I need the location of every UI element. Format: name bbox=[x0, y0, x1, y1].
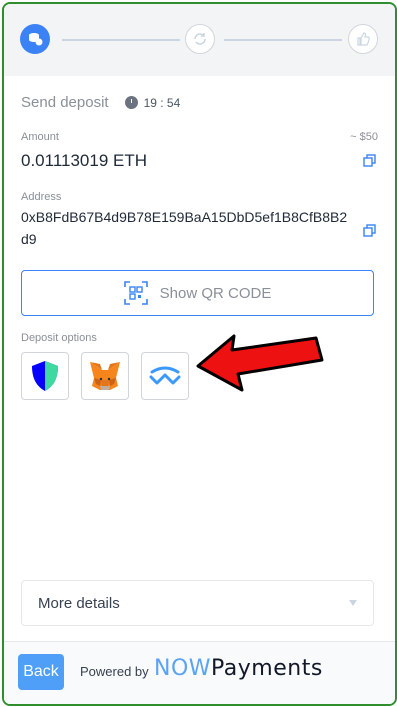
walletconnect-icon bbox=[149, 366, 181, 385]
chevron-down-icon bbox=[349, 600, 357, 606]
footer: Back Powered by NOWPayments bbox=[4, 641, 395, 704]
deposit-options bbox=[21, 352, 189, 400]
address-value: 0xB8FdB67B4d9B78E159BaA15DbD5ef1B8CfB8B2… bbox=[21, 209, 348, 247]
more-details-toggle[interactable]: More details bbox=[21, 580, 374, 626]
deposit-options-label: Deposit options bbox=[21, 332, 97, 344]
deposit-header: Send deposit 19 : 54 bbox=[21, 94, 180, 111]
powered-by-label: Powered by bbox=[80, 664, 149, 679]
step-send bbox=[20, 24, 50, 54]
nowpayments-logo[interactable]: NOWPayments bbox=[154, 656, 323, 681]
timer-value: 19 : 54 bbox=[143, 95, 181, 110]
copy-amount-icon[interactable] bbox=[363, 154, 376, 167]
coins-icon bbox=[29, 33, 43, 46]
trust-wallet-icon bbox=[32, 361, 58, 391]
page-title: Send deposit bbox=[21, 94, 109, 111]
step-done bbox=[348, 24, 378, 54]
exchange-icon bbox=[194, 33, 206, 45]
show-qr-button[interactable]: Show QR CODE bbox=[21, 270, 374, 316]
red-arrow-annotation bbox=[196, 334, 324, 392]
payment-widget: Send deposit 19 : 54 Amount ~ $50 0.0111… bbox=[2, 2, 397, 706]
back-button[interactable]: Back bbox=[18, 654, 64, 690]
walletconnect-option[interactable] bbox=[141, 352, 189, 400]
step-connector bbox=[224, 39, 342, 41]
step-exchange bbox=[185, 24, 215, 54]
metamask-icon bbox=[90, 362, 120, 390]
amount-usd: ~ $50 bbox=[350, 131, 378, 143]
amount-value: 0.01113019 ETH bbox=[21, 151, 148, 170]
qr-code-icon bbox=[123, 281, 148, 305]
trust-wallet-option[interactable] bbox=[21, 352, 69, 400]
show-qr-label: Show QR CODE bbox=[159, 284, 272, 302]
thumbs-up-icon bbox=[357, 32, 370, 46]
metamask-option[interactable] bbox=[81, 352, 129, 400]
progress-stepper bbox=[4, 4, 395, 76]
more-details-label: More details bbox=[38, 594, 120, 612]
countdown-timer: 19 : 54 bbox=[124, 95, 181, 110]
address-label: Address bbox=[21, 191, 62, 203]
copy-address-icon[interactable] bbox=[363, 224, 376, 237]
clock-icon bbox=[124, 96, 138, 109]
amount-label: Amount bbox=[21, 131, 59, 143]
step-connector bbox=[62, 39, 180, 41]
